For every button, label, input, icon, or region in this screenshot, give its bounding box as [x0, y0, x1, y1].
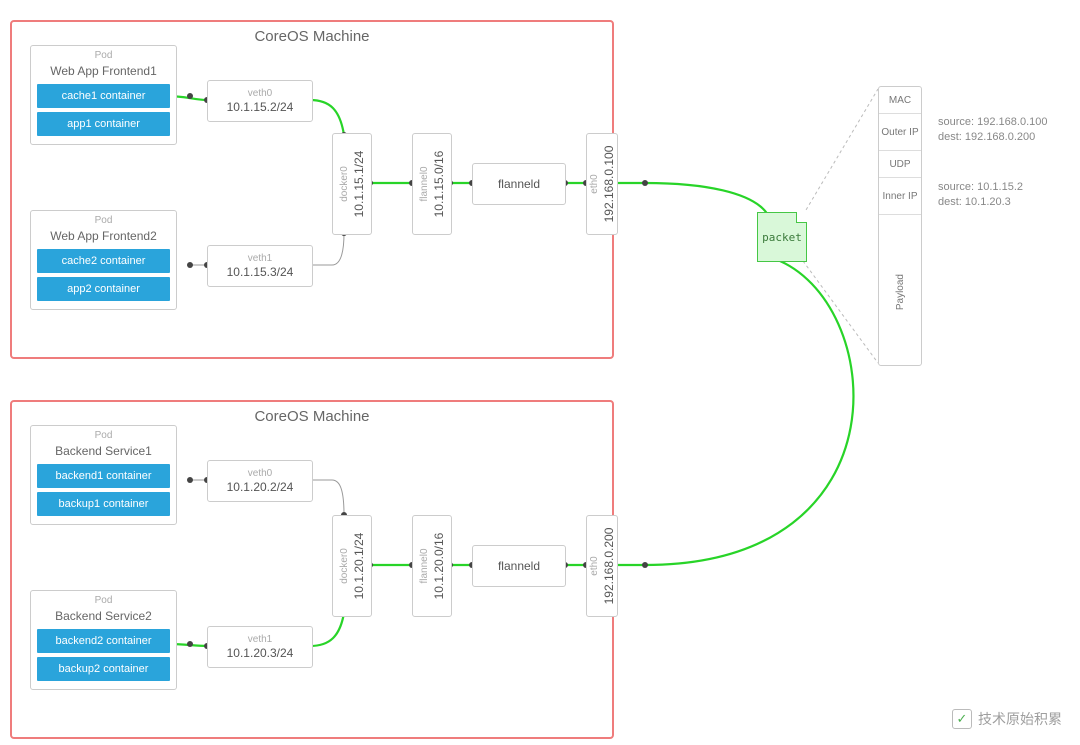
- stack-inner-ip: Inner IP: [882, 191, 917, 202]
- docker0-m2: docker010.1.20.1/24: [332, 515, 372, 617]
- pod-name: Backend Service2: [31, 609, 176, 623]
- docker0-label: docker0: [338, 533, 352, 600]
- machine-2-title: CoreOS Machine: [254, 408, 369, 425]
- veth1-ip: 10.1.15.3/24: [227, 265, 294, 280]
- diagram-canvas: .g{stroke:#28d428;stroke-width:2.2;fill:…: [0, 0, 1080, 745]
- pod-backend2: Pod Backend Service2 backend2 container …: [30, 590, 177, 690]
- inner-src: source: 10.1.15.2: [938, 180, 1023, 195]
- container-cache1: cache1 container: [37, 84, 170, 108]
- stack-outer-ip: Outer IP: [881, 127, 918, 138]
- veth1-label: veth1: [248, 633, 272, 646]
- eth0-ip: 192.168.0.100: [602, 146, 616, 223]
- machine-1-title: CoreOS Machine: [254, 28, 369, 45]
- flanneld-label: flanneld: [498, 177, 540, 192]
- veth0-label: veth0: [248, 87, 272, 100]
- stack-mac: MAC: [889, 95, 911, 106]
- veth1-m2: veth1 10.1.20.3/24: [207, 626, 313, 668]
- outer-ip-info: source: 192.168.0.100 dest: 192.168.0.20…: [938, 115, 1047, 145]
- packet-box: packet: [757, 212, 807, 262]
- packet-stack: MAC Outer IP UDP Inner IP Payload: [878, 86, 922, 366]
- pod-backend1: Pod Backend Service1 backend1 container …: [30, 425, 177, 525]
- watermark: ✓ 技术原始积累: [952, 709, 1062, 729]
- veth0-m1: veth0 10.1.15.2/24: [207, 80, 313, 122]
- container-backend2: backend2 container: [37, 629, 170, 653]
- flannel0-label: flannel0: [418, 533, 432, 600]
- pod-frontend2: Pod Web App Frontend2 cache2 container a…: [30, 210, 177, 310]
- pod-name: Backend Service1: [31, 444, 176, 458]
- veth1-label: veth1: [248, 252, 272, 265]
- container-backup1: backup1 container: [37, 492, 170, 516]
- pod-name: Web App Frontend1: [31, 64, 176, 78]
- veth0-label: veth0: [248, 467, 272, 480]
- flanneld-label: flanneld: [498, 559, 540, 574]
- docker0-m1: docker010.1.15.1/24: [332, 133, 372, 235]
- pod-name: Web App Frontend2: [31, 229, 176, 243]
- docker0-label: docker0: [338, 151, 352, 218]
- flannel0-ip: 10.1.20.0/16: [432, 533, 446, 600]
- docker0-ip: 10.1.15.1/24: [352, 151, 366, 218]
- veth0-ip: 10.1.20.2/24: [227, 480, 294, 495]
- inner-ip-info: source: 10.1.15.2 dest: 10.1.20.3: [938, 180, 1023, 210]
- container-backend1: backend1 container: [37, 464, 170, 488]
- watermark-text: 技术原始积累: [978, 709, 1062, 729]
- container-app1: app1 container: [37, 112, 170, 136]
- pod-label: Pod: [31, 50, 176, 62]
- container-backup2: backup2 container: [37, 657, 170, 681]
- stack-udp: UDP: [889, 159, 910, 170]
- docker0-ip: 10.1.20.1/24: [352, 533, 366, 600]
- packet-fold-icon: [796, 212, 807, 223]
- container-app2: app2 container: [37, 277, 170, 301]
- outer-src: source: 192.168.0.100: [938, 115, 1047, 130]
- packet-label: packet: [762, 231, 802, 244]
- flannel0-m2: flannel010.1.20.0/16: [412, 515, 452, 617]
- flanneld-m2: flanneld: [472, 545, 566, 587]
- flannel0-m1: flannel010.1.15.0/16: [412, 133, 452, 235]
- eth0-ip: 192.168.0.200: [602, 528, 616, 605]
- veth0-ip: 10.1.15.2/24: [227, 100, 294, 115]
- veth1-m1: veth1 10.1.15.3/24: [207, 245, 313, 287]
- eth0-m1: eth0192.168.0.100: [586, 133, 618, 235]
- pod-label: Pod: [31, 430, 176, 442]
- flanneld-m1: flanneld: [472, 163, 566, 205]
- inner-dst: dest: 10.1.20.3: [938, 195, 1023, 210]
- pod-label: Pod: [31, 215, 176, 227]
- stack-payload: Payload: [895, 274, 906, 310]
- eth0-label: eth0: [588, 146, 602, 223]
- eth0-m2: eth0192.168.0.200: [586, 515, 618, 617]
- outer-dst: dest: 192.168.0.200: [938, 130, 1047, 145]
- container-cache2: cache2 container: [37, 249, 170, 273]
- wechat-icon: ✓: [952, 709, 972, 729]
- veth0-m2: veth0 10.1.20.2/24: [207, 460, 313, 502]
- veth1-ip: 10.1.20.3/24: [227, 646, 294, 661]
- flannel0-label: flannel0: [418, 151, 432, 218]
- eth0-label: eth0: [588, 528, 602, 605]
- flannel0-ip: 10.1.15.0/16: [432, 151, 446, 218]
- pod-label: Pod: [31, 595, 176, 607]
- pod-frontend1: Pod Web App Frontend1 cache1 container a…: [30, 45, 177, 145]
